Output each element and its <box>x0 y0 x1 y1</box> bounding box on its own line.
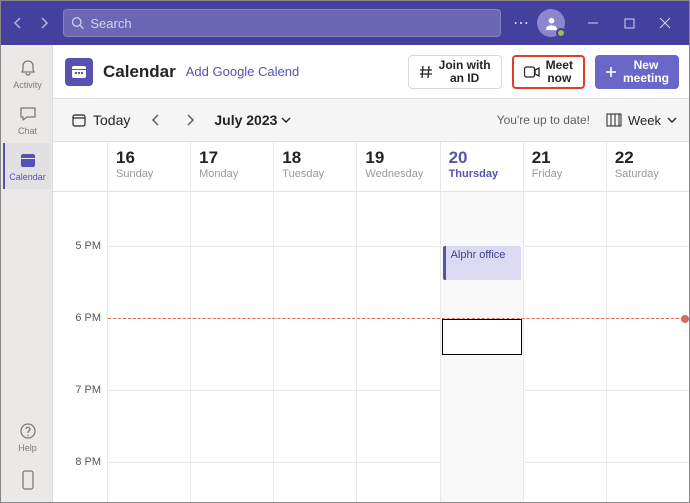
calendar-event[interactable]: Alphr office <box>443 246 521 280</box>
join-with-id-button[interactable]: Join withan ID <box>408 55 502 89</box>
device-icon <box>20 469 36 491</box>
rail-help[interactable]: Help <box>3 414 51 460</box>
time-label: 5 PM <box>75 240 101 252</box>
meet-now-button[interactable]: Meetnow <box>512 55 585 89</box>
day-column[interactable] <box>108 192 191 502</box>
video-icon <box>524 66 540 78</box>
time-label: 6 PM <box>75 312 101 324</box>
hash-icon <box>419 65 433 79</box>
rail-chat-label: Chat <box>18 126 37 136</box>
join-id-l1: Join with <box>439 59 491 72</box>
view-label: Week <box>628 113 661 128</box>
avatar[interactable] <box>537 9 565 37</box>
rail-activity-label: Activity <box>13 80 42 90</box>
time-label: 8 PM <box>75 456 101 468</box>
person-icon <box>544 16 559 31</box>
week-view-icon <box>606 113 622 127</box>
rail-activity[interactable]: Activity <box>3 51 51 97</box>
calendar-icon <box>18 150 38 170</box>
rail-calendar[interactable]: Calendar <box>3 143 51 189</box>
uptodate-text: You're up to date! <box>497 113 590 127</box>
search-icon <box>71 16 84 30</box>
new-meeting-l1: New <box>623 59 669 72</box>
calendar-grid: 5 PM 6 PM 7 PM 8 PM 16Sunday 17Monday 18… <box>53 141 689 502</box>
search-box[interactable] <box>63 9 501 37</box>
day-header-today[interactable]: 20Thursday <box>441 142 524 191</box>
day-column[interactable] <box>191 192 274 502</box>
time-column: 5 PM 6 PM 7 PM 8 PM <box>53 142 108 502</box>
selected-slot[interactable] <box>442 319 522 355</box>
help-icon <box>18 421 38 441</box>
search-input[interactable] <box>90 16 493 31</box>
new-meeting-l2: meeting <box>623 72 669 85</box>
calendar-app-icon <box>65 58 93 86</box>
month-picker[interactable]: July 2023 <box>214 112 291 128</box>
nav-forward-button[interactable] <box>33 12 55 34</box>
prev-week-button[interactable] <box>142 106 170 134</box>
day-header[interactable]: 18Tuesday <box>274 142 357 191</box>
day-headers: 16Sunday 17Monday 18Tuesday 19Wednesday … <box>108 142 689 192</box>
day-column[interactable] <box>274 192 357 502</box>
new-meeting-button[interactable]: Newmeeting <box>595 55 679 89</box>
day-header[interactable]: 19Wednesday <box>357 142 440 191</box>
meet-now-l2: now <box>546 72 573 85</box>
bell-icon <box>18 58 38 78</box>
join-id-l2: an ID <box>439 72 491 85</box>
nav-back-button[interactable] <box>7 12 29 34</box>
page-title: Calendar <box>103 62 176 82</box>
view-switcher[interactable]: Week <box>606 113 677 128</box>
today-label: Today <box>93 112 130 128</box>
app-rail: Activity Chat Calendar Help <box>1 45 53 502</box>
calendar-subbar: Today July 2023 You're up to date! Week <box>53 99 689 141</box>
day-header[interactable]: 16Sunday <box>108 142 191 191</box>
day-column[interactable] <box>607 192 689 502</box>
maximize-button[interactable] <box>611 8 647 38</box>
title-bar: ⋯ <box>1 1 689 45</box>
day-column[interactable] <box>524 192 607 502</box>
time-slots[interactable]: Alphr office <box>108 192 689 502</box>
day-column-today[interactable]: Alphr office <box>441 192 524 502</box>
month-label: July 2023 <box>214 112 277 128</box>
event-title: Alphr office <box>451 249 506 261</box>
today-button[interactable]: Today <box>65 108 136 132</box>
day-header[interactable]: 21Friday <box>524 142 607 191</box>
day-column[interactable] <box>357 192 440 502</box>
next-week-button[interactable] <box>176 106 204 134</box>
day-header[interactable]: 17Monday <box>191 142 274 191</box>
rail-help-label: Help <box>18 443 37 453</box>
now-indicator <box>108 318 689 319</box>
presence-dot <box>556 28 566 38</box>
rail-device[interactable] <box>3 464 51 496</box>
minimize-button[interactable] <box>575 8 611 38</box>
chat-icon <box>18 104 38 124</box>
calendar-header: Calendar Add Google Calend Join withan I… <box>53 45 689 99</box>
rail-chat[interactable]: Chat <box>3 97 51 143</box>
time-label: 7 PM <box>75 384 101 396</box>
day-header[interactable]: 22Saturday <box>607 142 689 191</box>
chevron-down-icon <box>667 116 677 124</box>
calendar-today-icon <box>71 112 87 128</box>
close-button[interactable] <box>647 8 683 38</box>
chevron-down-icon <box>281 116 291 124</box>
add-google-calendar-link[interactable]: Add Google Calend <box>186 64 299 79</box>
more-button[interactable]: ⋯ <box>513 13 529 33</box>
rail-calendar-label: Calendar <box>9 172 46 182</box>
meet-now-l1: Meet <box>546 59 573 72</box>
plus-icon <box>605 66 617 78</box>
